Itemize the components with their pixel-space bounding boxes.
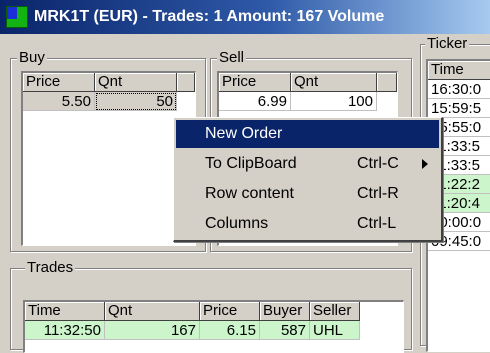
trades-cell-time[interactable]: 11:32:50: [25, 321, 105, 340]
sell-cell-price[interactable]: 6.99: [219, 92, 291, 111]
trades-group: Trades Time Qnt Price Buyer Seller 11:32…: [10, 260, 412, 353]
trades-group-label: Trades: [25, 259, 76, 276]
sell-header-filler: [377, 73, 397, 92]
buy-header-filler: [177, 73, 195, 92]
ticker-group-label: Ticker: [425, 35, 470, 52]
sell-header-qnt[interactable]: Qnt: [291, 73, 377, 92]
trades-header-time[interactable]: Time: [25, 302, 105, 321]
menu-item-shortcut: Ctrl-L: [357, 215, 397, 232]
ticker-cell-time[interactable]: 16:30:0: [428, 80, 490, 99]
sell-group-label: Sell: [217, 49, 247, 66]
ticker-cell-time[interactable]: 15:59:5: [428, 99, 490, 118]
window-title: MRK1T (EUR) - Trades: 1 Amount: 167 Volu…: [34, 8, 385, 25]
ticker-row[interactable]: 15:59:5: [428, 99, 490, 118]
trades-grid[interactable]: Time Qnt Price Buyer Seller 11:32:50 167…: [23, 300, 404, 353]
menu-item-columns[interactable]: Columns Ctrl-L: [176, 210, 439, 238]
ticker-row[interactable]: 16:30:0: [428, 80, 490, 99]
trades-header-buyer[interactable]: Buyer: [260, 302, 310, 321]
menu-item-row-content[interactable]: Row content Ctrl-R: [176, 180, 439, 208]
buy-cell-price[interactable]: 5.50: [23, 92, 95, 111]
menu-item-to-clipboard[interactable]: To ClipBoard Ctrl-C: [176, 150, 439, 178]
menu-item-new-order[interactable]: New Order: [176, 120, 439, 148]
trades-cell-seller[interactable]: UHL: [310, 321, 360, 340]
buy-header-qnt[interactable]: Qnt: [95, 73, 177, 92]
ticker-header-time[interactable]: Time: [428, 61, 490, 80]
submenu-arrow-icon: [422, 159, 428, 169]
menu-item-label: To ClipBoard: [205, 155, 297, 172]
trades-cell-buyer[interactable]: 587: [260, 321, 310, 340]
app-icon: [6, 6, 28, 28]
trades-cell-price[interactable]: 6.15: [200, 321, 260, 340]
sell-row[interactable]: 6.99 100: [219, 92, 377, 111]
buy-row[interactable]: 5.50 50: [23, 92, 177, 111]
sell-header-price[interactable]: Price: [219, 73, 291, 92]
trades-header-price[interactable]: Price: [200, 302, 260, 321]
menu-item-shortcut: Ctrl-R: [357, 185, 399, 202]
trades-header-qnt[interactable]: Qnt: [105, 302, 200, 321]
trades-row[interactable]: 11:32:50 167 6.15 587 UHL: [25, 321, 360, 340]
menu-item-label: New Order: [205, 125, 283, 142]
buy-group-label: Buy: [17, 49, 47, 66]
context-menu: New Order To ClipBoard Ctrl-C Row conten…: [173, 117, 443, 242]
trades-cell-qnt[interactable]: 167: [105, 321, 200, 340]
buy-grid[interactable]: Price Qnt 5.50 50: [21, 71, 196, 246]
menu-item-shortcut: Ctrl-C: [357, 155, 399, 172]
sell-cell-qnt[interactable]: 100: [291, 92, 377, 111]
buy-cell-qnt[interactable]: 50: [95, 92, 177, 111]
buy-header-price[interactable]: Price: [23, 73, 95, 92]
menu-item-label: Columns: [205, 215, 269, 232]
window-titlebar[interactable]: MRK1T (EUR) - Trades: 1 Amount: 167 Volu…: [0, 0, 490, 34]
menu-item-label: Row content: [205, 185, 294, 202]
trades-header-seller[interactable]: Seller: [310, 302, 360, 321]
